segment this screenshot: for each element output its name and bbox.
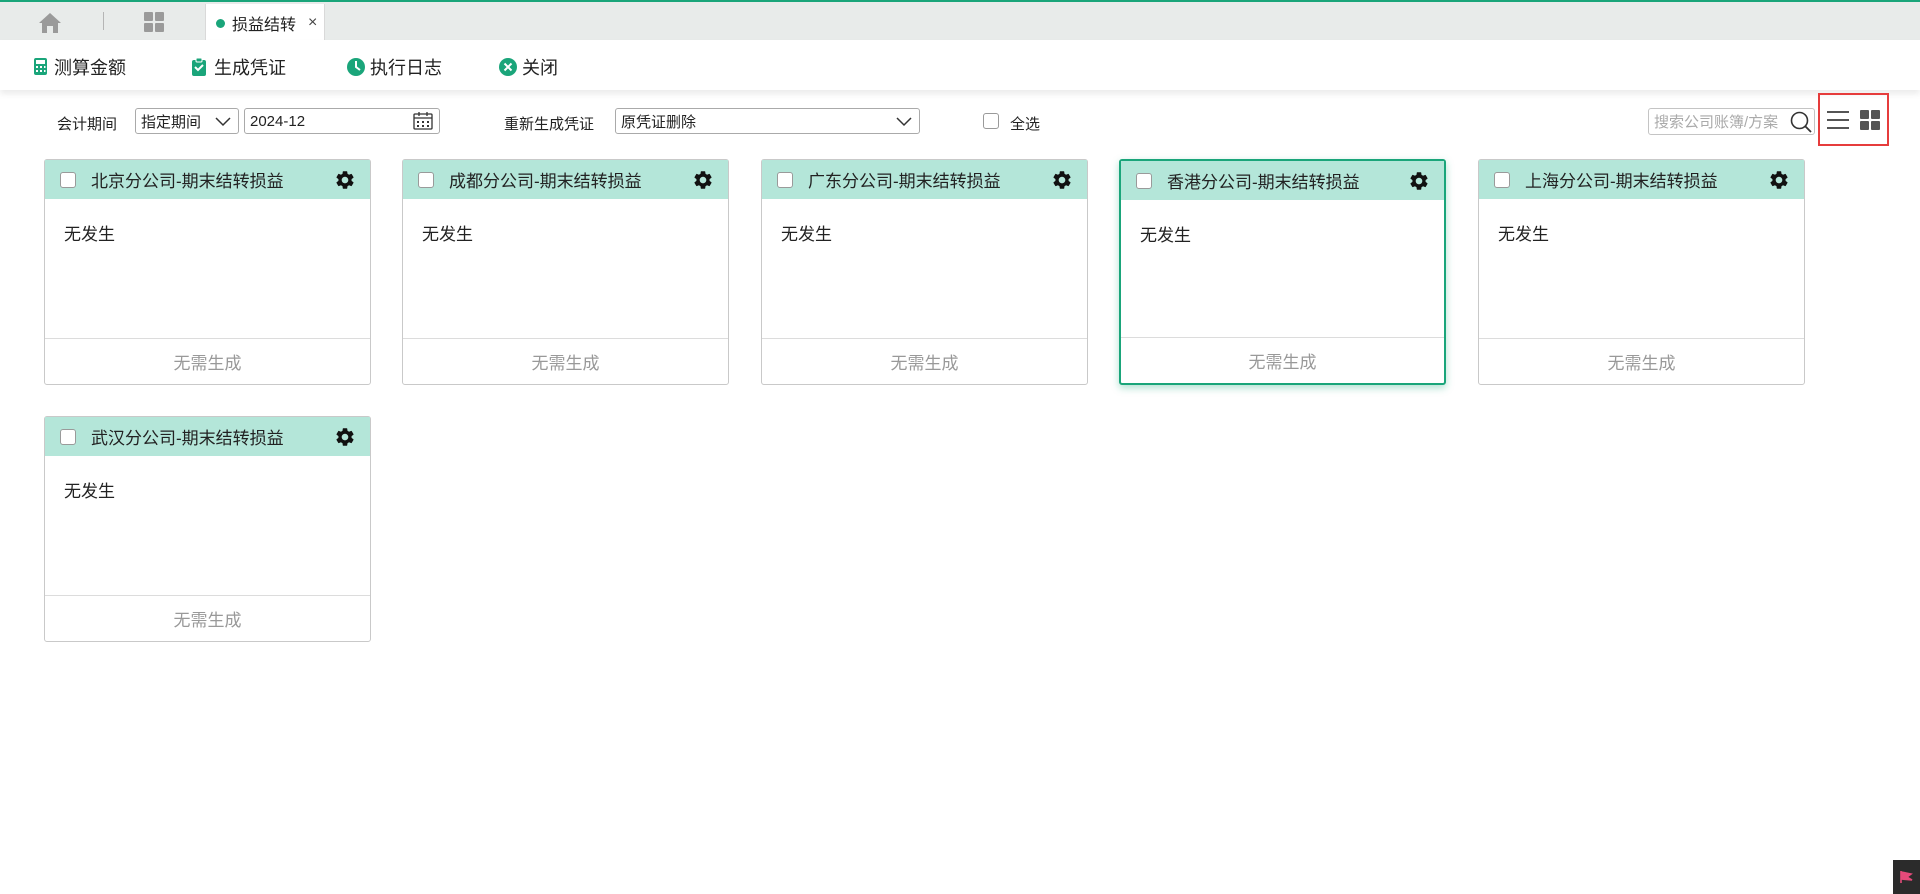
home-icon[interactable] (37, 11, 63, 35)
card-header: 成都分公司-期末结转损益 (403, 160, 728, 199)
grid-view-icon[interactable] (1859, 109, 1881, 131)
gear-icon[interactable] (1051, 169, 1073, 191)
apps-grid-icon[interactable] (142, 10, 166, 34)
card-title: 武汉分公司-期末结转损益 (91, 429, 284, 448)
card-header: 上海分公司-期末结转损益 (1479, 160, 1804, 199)
calculator-icon (34, 58, 47, 75)
company-card[interactable]: 成都分公司-期末结转损益 无发生 无需生成 (402, 159, 729, 385)
company-card[interactable]: 广东分公司-期末结转损益 无发生 无需生成 (761, 159, 1088, 385)
period-label: 会计期间 (57, 116, 118, 133)
calendar-icon[interactable] (412, 111, 434, 131)
card-action-button[interactable]: 无需生成 (1121, 337, 1444, 383)
company-card[interactable]: 北京分公司-期末结转损益 无发生 无需生成 (44, 159, 371, 385)
generate-voucher-label: 生成凭证 (214, 58, 286, 78)
filter-row: 会计期间 指定期间 2024-12 重新生成凭证 原凭证删除 全选 搜索公司账簿… (0, 108, 1920, 136)
regen-voucher-value: 原凭证删除 (621, 113, 697, 131)
card-action-button[interactable]: 无需生成 (45, 338, 370, 384)
tab-label: 损益结转 (232, 17, 297, 34)
period-date-value: 2024-12 (250, 112, 306, 130)
card-title: 广东分公司-期末结转损益 (808, 172, 1001, 191)
card-header: 北京分公司-期末结转损益 (45, 160, 370, 199)
card-header: 武汉分公司-期末结转损益 (45, 417, 370, 456)
clipboard-icon (192, 57, 206, 76)
card-title: 北京分公司-期末结转损益 (91, 172, 284, 191)
company-card[interactable]: 武汉分公司-期末结转损益 无发生 无需生成 (44, 416, 371, 642)
list-view-icon[interactable] (1826, 109, 1850, 131)
card-checkbox[interactable] (777, 171, 793, 188)
card-title: 成都分公司-期末结转损益 (449, 172, 642, 191)
gear-icon[interactable] (692, 169, 714, 191)
company-card[interactable]: 上海分公司-期末结转损益 无发生 无需生成 (1478, 159, 1805, 385)
card-checkbox[interactable] (1494, 171, 1510, 188)
gear-icon[interactable] (1768, 169, 1790, 191)
period-date-input[interactable]: 2024-12 (244, 108, 440, 134)
select-all-checkbox[interactable] (983, 113, 999, 129)
card-header: 广东分公司-期末结转损益 (762, 160, 1087, 199)
calc-amount-button[interactable]: 测算金额 (32, 54, 126, 80)
close-label: 关闭 (522, 58, 558, 78)
corner-widget[interactable] (1893, 860, 1920, 894)
company-card[interactable]: 香港分公司-期末结转损益 无发生 无需生成 (1119, 159, 1446, 385)
card-status: 无发生 (1140, 226, 1191, 245)
generate-voucher-button[interactable]: 生成凭证 (190, 54, 286, 80)
card-checkbox[interactable] (1136, 172, 1152, 189)
search-placeholder: 搜索公司账簿/方案 (1654, 114, 1779, 131)
gear-icon[interactable] (1408, 170, 1430, 192)
card-status: 无发生 (422, 225, 473, 244)
card-action-button[interactable]: 无需生成 (403, 338, 728, 384)
tab-bar: 损益结转 × (0, 0, 1920, 42)
search-icon[interactable] (1790, 111, 1812, 133)
calc-amount-label: 测算金额 (54, 58, 126, 78)
tab-profit-loss-transfer[interactable]: 损益结转 × (205, 4, 325, 42)
view-switch-highlight (1818, 93, 1889, 146)
execution-log-label: 执行日志 (370, 58, 442, 78)
regen-voucher-select[interactable]: 原凭证删除 (615, 108, 920, 134)
flag-icon (1900, 871, 1913, 883)
card-header: 香港分公司-期末结转损益 (1121, 161, 1444, 200)
close-button[interactable]: 关闭 (498, 54, 558, 80)
card-checkbox[interactable] (60, 428, 76, 445)
card-status: 无发生 (781, 225, 832, 244)
card-checkbox[interactable] (418, 171, 434, 188)
card-status: 无发生 (64, 482, 115, 501)
clock-icon (347, 58, 365, 76)
card-title: 香港分公司-期末结转损益 (1167, 173, 1360, 192)
card-status: 无发生 (64, 225, 115, 244)
close-circle-icon (499, 58, 517, 76)
select-all-label: 全选 (1010, 116, 1041, 133)
card-action-button[interactable]: 无需生成 (762, 338, 1087, 384)
regen-voucher-label: 重新生成凭证 (504, 116, 595, 133)
period-mode-select[interactable]: 指定期间 (135, 108, 239, 134)
tab-divider (103, 12, 104, 30)
execution-log-button[interactable]: 执行日志 (346, 54, 442, 80)
chevron-down-icon (215, 117, 231, 127)
active-dot-icon (216, 18, 225, 28)
card-action-button[interactable]: 无需生成 (1479, 338, 1804, 384)
chevron-down-icon (896, 117, 912, 127)
period-mode-value: 指定期间 (141, 113, 202, 131)
gear-icon[interactable] (334, 169, 356, 191)
gear-icon[interactable] (334, 426, 356, 448)
card-action-button[interactable]: 无需生成 (45, 595, 370, 641)
card-checkbox[interactable] (60, 171, 76, 188)
tab-close-icon[interactable]: × (308, 14, 317, 32)
card-title: 上海分公司-期末结转损益 (1525, 172, 1718, 191)
card-status: 无发生 (1498, 225, 1549, 244)
toolbar: 测算金额 生成凭证 执行日志 关闭 (0, 40, 1920, 90)
